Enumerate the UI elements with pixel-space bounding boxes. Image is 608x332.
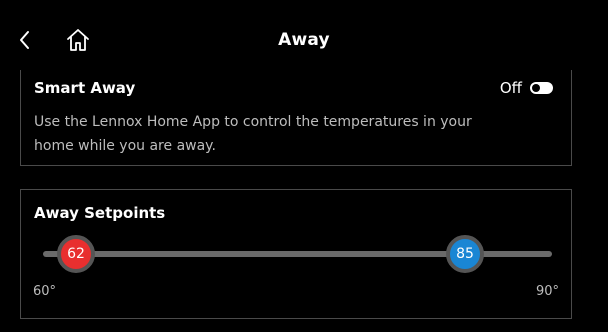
header: Away (0, 0, 608, 80)
range-max-label: 90° (535, 284, 559, 299)
away-screen: Away Smart Away Off Use the Lennox Home … (0, 0, 608, 332)
toggle-knob (532, 84, 540, 92)
page-title: Away (278, 30, 330, 50)
smart-away-toggle[interactable]: Off (500, 79, 553, 97)
toggle-switch[interactable] (530, 82, 553, 94)
away-setpoints-card: Away Setpoints 62 85 60° 90° (20, 189, 572, 319)
smart-away-toggle-label: Off (499, 79, 522, 97)
range-min-label: 60° (33, 284, 57, 299)
smart-away-title: Smart Away (34, 79, 136, 97)
cool-setpoint-handle[interactable]: 85 (446, 235, 484, 273)
heat-setpoint-handle[interactable]: 62 (57, 235, 95, 273)
smart-away-card: Smart Away Off Use the Lennox Home App t… (20, 70, 572, 166)
smart-away-description: Use the Lennox Home App to control the t… (34, 114, 472, 154)
away-setpoints-title: Away Setpoints (34, 204, 166, 222)
